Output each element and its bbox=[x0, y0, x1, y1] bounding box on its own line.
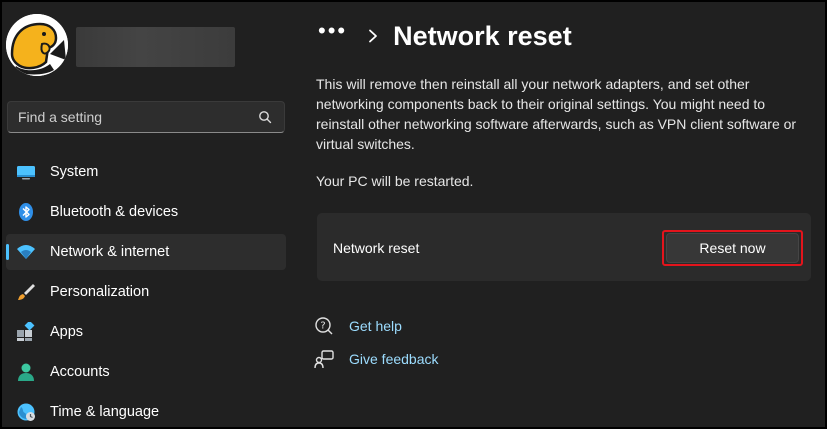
restart-note: Your PC will be restarted. bbox=[316, 173, 474, 189]
username-redacted bbox=[76, 27, 235, 67]
svg-text:?: ? bbox=[320, 321, 325, 332]
bluetooth-icon bbox=[16, 202, 36, 222]
sidebar-item-label: Accounts bbox=[50, 364, 110, 380]
get-help-link[interactable]: ? Get help bbox=[314, 314, 439, 338]
sidebar-item-accounts[interactable]: Accounts bbox=[6, 354, 286, 390]
avatar[interactable] bbox=[6, 14, 68, 76]
sidebar-item-personalization[interactable]: Personalization bbox=[6, 274, 286, 310]
get-help-label[interactable]: Get help bbox=[349, 318, 402, 334]
breadcrumb-more-button[interactable]: ••• bbox=[318, 20, 347, 42]
feedback-icon bbox=[314, 349, 334, 369]
help-links: ? Get help Give feedback bbox=[314, 314, 439, 380]
search-placeholder: Find a setting bbox=[18, 109, 103, 125]
reset-now-button[interactable]: Reset now bbox=[666, 233, 799, 263]
sidebar-item-bluetooth-devices[interactable]: Bluetooth & devices bbox=[6, 194, 286, 230]
sidebar-item-apps[interactable]: Apps bbox=[6, 314, 286, 350]
apps-icon bbox=[16, 322, 36, 342]
sidebar-item-label: Personalization bbox=[50, 284, 150, 300]
sidebar-item-label: Network & internet bbox=[50, 244, 170, 260]
network-reset-label: Network reset bbox=[333, 240, 420, 256]
monitor-icon bbox=[16, 162, 36, 182]
sidebar: Find a setting System Bluetooth & device… bbox=[0, 0, 300, 429]
sidebar-item-label: Time & language bbox=[50, 404, 160, 420]
sidebar-item-label: System bbox=[50, 164, 99, 180]
wifi-icon bbox=[16, 242, 36, 262]
brush-icon bbox=[16, 282, 36, 302]
give-feedback-link[interactable]: Give feedback bbox=[314, 347, 439, 371]
sidebar-item-system[interactable]: System bbox=[6, 154, 286, 190]
chevron-right-icon bbox=[369, 29, 378, 43]
network-reset-card: Network reset Reset now bbox=[317, 213, 811, 281]
sidebar-item-label: Apps bbox=[50, 324, 84, 340]
sidebar-item-label: Bluetooth & devices bbox=[50, 204, 179, 220]
sidebar-item-network-internet[interactable]: Network & internet bbox=[6, 234, 286, 270]
breadcrumb: ••• Network reset bbox=[318, 18, 572, 54]
person-icon bbox=[16, 362, 36, 382]
give-feedback-label[interactable]: Give feedback bbox=[349, 351, 439, 367]
globe-icon bbox=[16, 402, 36, 422]
search-input[interactable]: Find a setting bbox=[7, 101, 285, 133]
search-icon[interactable] bbox=[258, 110, 272, 124]
reset-description: This will remove then reinstall all your… bbox=[316, 76, 797, 152]
help-icon: ? bbox=[314, 316, 334, 336]
sidebar-item-time-language[interactable]: Time & language bbox=[6, 394, 286, 429]
avatar-image bbox=[6, 14, 68, 76]
page-title: Network reset bbox=[393, 20, 572, 51]
sidebar-nav: System Bluetooth & devices Network & int… bbox=[6, 154, 286, 429]
